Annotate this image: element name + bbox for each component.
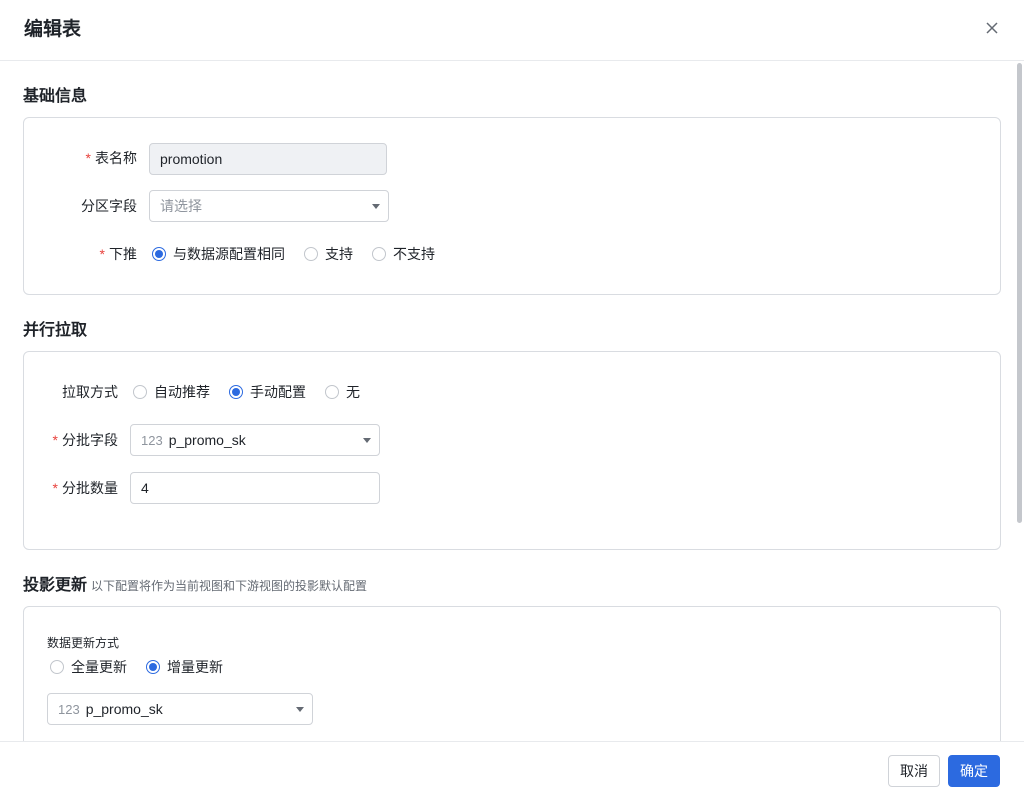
required-mark: * bbox=[52, 432, 58, 448]
update-mode-full[interactable]: 全量更新 bbox=[50, 657, 127, 677]
confirm-button[interactable]: 确定 bbox=[948, 755, 1000, 787]
fetch-mode-manual[interactable]: 手动配置 bbox=[229, 382, 306, 402]
number-type-icon: 123 bbox=[141, 433, 163, 448]
incremental-field-select[interactable]: 123 p_promo_sk bbox=[47, 693, 313, 725]
batch-field-label: * 分批字段 bbox=[52, 432, 118, 448]
table-name-label: * 表名称 bbox=[85, 150, 137, 166]
table-name-input[interactable]: promotion bbox=[149, 143, 387, 175]
radio-unchecked-icon bbox=[133, 385, 147, 399]
batch-count-label: * 分批数量 bbox=[52, 480, 118, 496]
required-mark: * bbox=[99, 246, 105, 262]
chevron-down-icon bbox=[363, 438, 371, 443]
batch-count-input[interactable]: 4 bbox=[130, 472, 380, 504]
partition-placeholder: 请选择 bbox=[160, 198, 202, 214]
fetch-mode-label: 拉取方式 bbox=[62, 384, 118, 400]
parallel-fetch-card: 拉取方式 自动推荐 手动配置 无 * 分批字段 123 p_promo_sk * 分批… bbox=[23, 351, 1001, 550]
pushdown-label: * 下推 bbox=[99, 246, 137, 262]
dialog-body: 基础信息 * 表名称 promotion 分区字段 请选择 * 下推 与数据源配置相… bbox=[0, 61, 1024, 741]
partition-field-select[interactable]: 请选择 bbox=[149, 190, 389, 222]
required-mark: * bbox=[52, 480, 58, 496]
scrollbar-thumb[interactable] bbox=[1017, 63, 1022, 523]
dialog-footer: 取消 确定 bbox=[0, 741, 1024, 798]
update-mode-incremental[interactable]: 增量更新 bbox=[146, 657, 223, 677]
fetch-mode-none[interactable]: 无 bbox=[325, 382, 360, 402]
partition-field-label: 分区字段 bbox=[81, 198, 137, 214]
dialog-header: 编辑表 bbox=[0, 0, 1024, 61]
radio-unchecked-icon bbox=[50, 660, 64, 674]
pushdown-option-same[interactable]: 与数据源配置相同 bbox=[152, 244, 285, 264]
projection-update-card: 数据更新方式 全量更新 增量更新 123 p_promo_sk bbox=[23, 606, 1001, 741]
cancel-button[interactable]: 取消 bbox=[888, 755, 940, 787]
radio-unchecked-icon bbox=[325, 385, 339, 399]
radio-checked-icon bbox=[152, 247, 166, 261]
section-title-projection: 投影更新 以下配置将作为当前视图和下游视图的投影默认配置 bbox=[23, 577, 368, 594]
fetch-mode-auto[interactable]: 自动推荐 bbox=[133, 382, 210, 402]
batch-field-value: p_promo_sk bbox=[168, 432, 246, 448]
section-title-parallel: 并行拉取 bbox=[23, 322, 88, 339]
chevron-down-icon bbox=[296, 707, 304, 712]
radio-checked-icon bbox=[146, 660, 160, 674]
update-mode-label: 数据更新方式 bbox=[47, 636, 120, 650]
dialog-title: 编辑表 bbox=[24, 19, 82, 40]
chevron-down-icon bbox=[372, 204, 380, 209]
number-type-icon: 123 bbox=[58, 702, 80, 717]
basic-info-card: * 表名称 promotion 分区字段 请选择 * 下推 与数据源配置相同 支持 … bbox=[23, 117, 1001, 295]
radio-unchecked-icon bbox=[304, 247, 318, 261]
close-icon[interactable] bbox=[982, 18, 1002, 38]
radio-checked-icon bbox=[229, 385, 243, 399]
section-title-basic: 基础信息 bbox=[23, 88, 88, 105]
batch-field-select[interactable]: 123 p_promo_sk bbox=[130, 424, 380, 456]
section-subtitle-projection: 以下配置将作为当前视图和下游视图的投影默认配置 bbox=[91, 579, 368, 593]
incremental-field-value: p_promo_sk bbox=[85, 701, 163, 717]
pushdown-option-support[interactable]: 支持 bbox=[304, 244, 353, 264]
radio-unchecked-icon bbox=[372, 247, 386, 261]
required-mark: * bbox=[85, 150, 91, 166]
pushdown-option-nosupport[interactable]: 不支持 bbox=[372, 244, 435, 264]
